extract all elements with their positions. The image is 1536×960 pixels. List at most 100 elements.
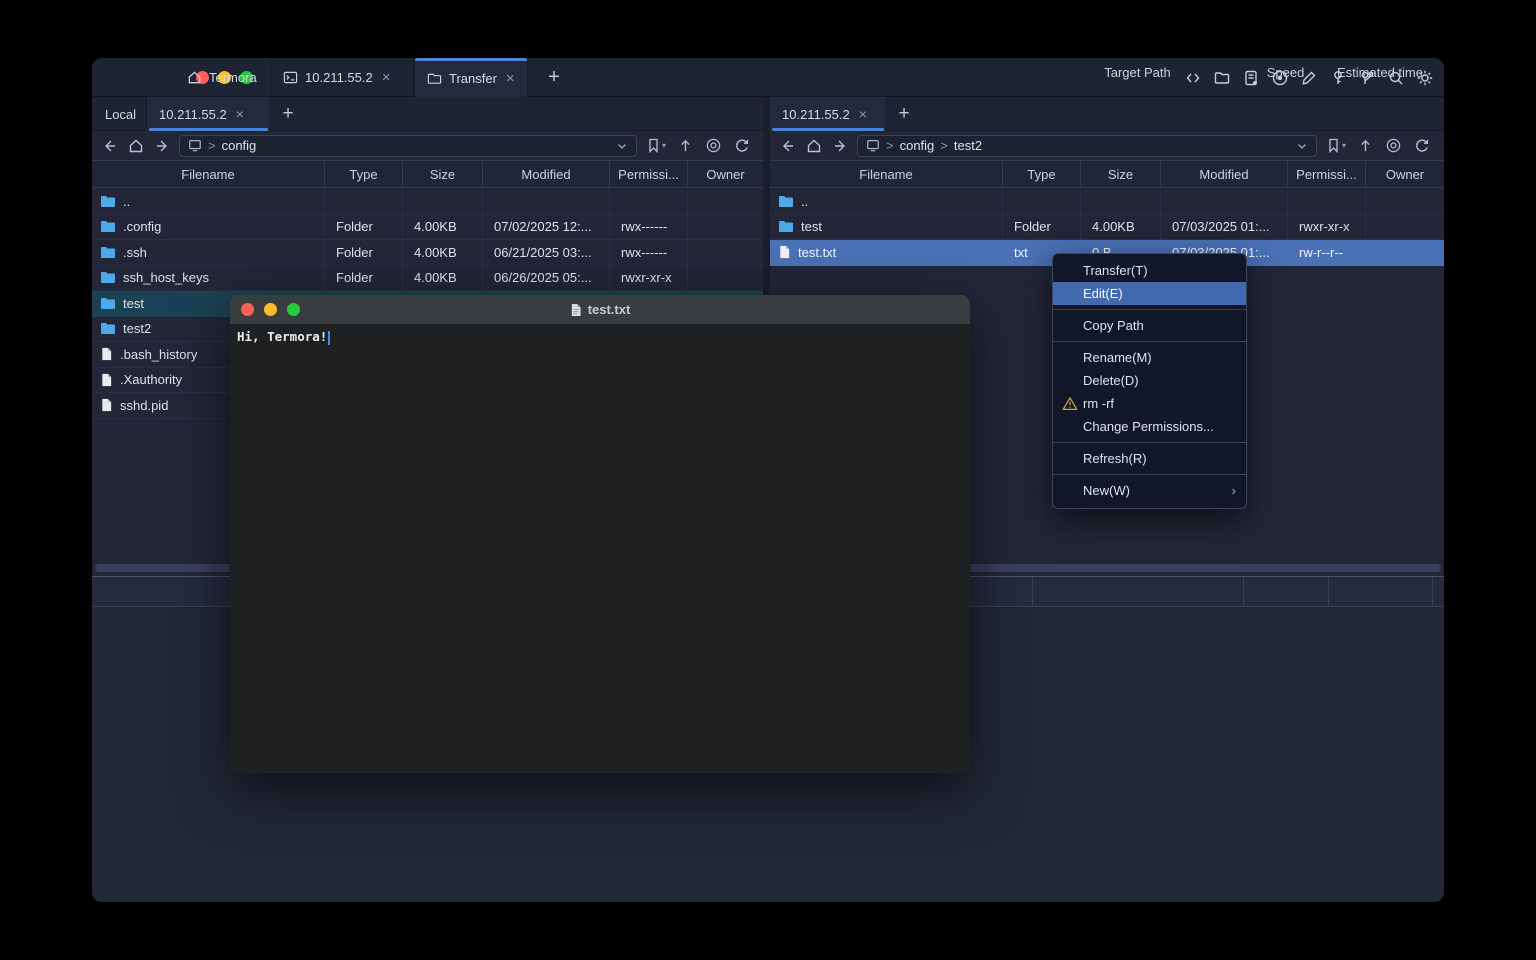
- column-header-owner[interactable]: Owner: [688, 161, 763, 187]
- editor-titlebar[interactable]: test.txt: [230, 295, 970, 324]
- menu-item-rename[interactable]: Rename(M): [1053, 346, 1246, 369]
- table-row[interactable]: ..: [770, 189, 1444, 215]
- table-row[interactable]: test Folder 4.00KB 07/03/2025 01:... rwx…: [770, 215, 1444, 241]
- warning-icon: [1062, 396, 1078, 411]
- path-separator: >: [940, 138, 948, 153]
- file-permissions: rwx------: [610, 240, 688, 265]
- tab-remote-active[interactable]: 10.211.55.2 ×: [770, 97, 887, 131]
- tab-host-terminal[interactable]: 10.211.55.2 ×: [271, 58, 414, 97]
- tab-transfer-active[interactable]: Transfer ×: [414, 58, 528, 98]
- back-icon[interactable]: [95, 134, 122, 158]
- bookmark-dropdown[interactable]: ▾: [1327, 138, 1346, 153]
- tab-remote-active[interactable]: 10.211.55.2 ×: [147, 97, 271, 131]
- tab-label: Transfer: [449, 71, 497, 86]
- column-header-permissions[interactable]: Permissi...: [610, 161, 688, 187]
- path-bar[interactable]: > config: [179, 135, 637, 157]
- column-header-size[interactable]: Size: [403, 161, 483, 187]
- close-tab-icon[interactable]: ×: [382, 69, 391, 86]
- home-icon[interactable]: [800, 134, 827, 158]
- file-modified: [483, 189, 610, 214]
- left-panel-toolbar: > config ▾: [92, 131, 763, 160]
- column-divider: [1243, 577, 1244, 607]
- chevron-down-icon[interactable]: [616, 140, 628, 152]
- table-row[interactable]: ..: [92, 189, 763, 215]
- chevron-down-icon[interactable]: [1296, 140, 1308, 152]
- file-owner: [1366, 189, 1444, 214]
- right-panel-toolbar: > config > test2 ▾: [770, 131, 1444, 160]
- right-toolbar-actions: ▾: [1327, 137, 1430, 154]
- menu-item-edit[interactable]: Edit(E): [1053, 282, 1246, 305]
- folder-icon: [100, 246, 116, 259]
- left-toolbar-actions: ▾: [647, 137, 750, 154]
- refresh-icon[interactable]: [734, 138, 750, 154]
- close-tab-icon[interactable]: ×: [859, 106, 867, 122]
- tab-label: 10.211.55.2: [782, 107, 850, 122]
- table-row[interactable]: .config Folder 4.00KB 07/02/2025 12:... …: [92, 215, 763, 241]
- close-tab-icon[interactable]: ×: [506, 70, 515, 87]
- home-icon[interactable]: [122, 134, 149, 158]
- column-header-estimated-time[interactable]: Estimated time: [1328, 58, 1432, 87]
- file-modified: 06/21/2025 03:...: [483, 240, 610, 265]
- left-panel-tabbar: Local 10.211.55.2 × +: [92, 97, 763, 131]
- forward-icon[interactable]: [149, 134, 176, 158]
- column-header-size[interactable]: Size: [1081, 161, 1161, 187]
- path-segment[interactable]: config: [900, 138, 935, 153]
- editor-window: test.txt Hi, Termora!: [230, 295, 970, 773]
- file-size: 4.00KB: [1081, 215, 1161, 240]
- upload-icon[interactable]: [678, 138, 693, 153]
- path-separator: >: [886, 138, 894, 153]
- tab-local[interactable]: Local: [95, 97, 147, 131]
- file-size: 4.00KB: [403, 240, 483, 265]
- file-permissions: [1288, 189, 1366, 214]
- menu-item-delete[interactable]: Delete(D): [1053, 369, 1246, 392]
- refresh-icon[interactable]: [1414, 138, 1430, 154]
- tab-termora[interactable]: Termora: [175, 58, 271, 97]
- menu-item-rm-rf[interactable]: rm -rf: [1053, 392, 1246, 415]
- forward-icon[interactable]: [827, 134, 854, 158]
- file-owner: [688, 189, 763, 214]
- editor-content[interactable]: Hi, Termora!: [230, 324, 970, 773]
- close-tab-icon[interactable]: ×: [236, 106, 244, 122]
- file-name: .Xauthority: [120, 372, 182, 387]
- menu-item-new[interactable]: New(W) ›: [1053, 479, 1246, 502]
- column-header-filename[interactable]: Filename: [92, 161, 325, 187]
- file-modified: 07/03/2025 01:...: [1161, 215, 1288, 240]
- menu-item-refresh[interactable]: Refresh(R): [1053, 447, 1246, 470]
- new-panel-tab-button[interactable]: +: [887, 97, 921, 131]
- column-header-speed[interactable]: Speed: [1243, 58, 1328, 87]
- column-divider: [1032, 577, 1033, 607]
- file-permissions: rw-r--r--: [1288, 240, 1366, 265]
- show-hidden-icon[interactable]: [1385, 137, 1402, 154]
- menu-item-label: rm -rf: [1083, 396, 1114, 411]
- back-icon[interactable]: [773, 134, 800, 158]
- column-header-permissions[interactable]: Permissi...: [1288, 161, 1366, 187]
- bookmark-dropdown[interactable]: ▾: [647, 138, 666, 153]
- column-header-target-path[interactable]: Target Path: [1032, 58, 1243, 87]
- home-icon: [187, 70, 202, 85]
- path-segment[interactable]: test2: [954, 138, 982, 153]
- column-header-type[interactable]: Type: [1003, 161, 1081, 187]
- new-panel-tab-button[interactable]: +: [271, 97, 305, 131]
- path-segment[interactable]: config: [222, 138, 257, 153]
- file-icon: [100, 347, 113, 361]
- column-header-type[interactable]: Type: [325, 161, 403, 187]
- upload-icon[interactable]: [1358, 138, 1373, 153]
- menu-item-change-permissions[interactable]: Change Permissions...: [1053, 415, 1246, 438]
- folder-icon: [427, 71, 442, 86]
- new-tab-button[interactable]: +: [536, 58, 572, 97]
- table-row[interactable]: .ssh Folder 4.00KB 06/21/2025 03:... rwx…: [92, 240, 763, 266]
- tab-label: 10.211.55.2: [305, 70, 373, 85]
- show-hidden-icon[interactable]: [705, 137, 722, 154]
- terminal-icon: [283, 70, 298, 85]
- menu-item-copy-path[interactable]: Copy Path: [1053, 314, 1246, 337]
- file-name: ..: [123, 194, 130, 209]
- column-header-owner[interactable]: Owner: [1366, 161, 1444, 187]
- path-separator: >: [208, 138, 216, 153]
- path-bar[interactable]: > config > test2: [857, 135, 1317, 157]
- menu-item-transfer[interactable]: Transfer(T): [1053, 259, 1246, 282]
- column-header-filename[interactable]: Filename: [770, 161, 1003, 187]
- column-header-modified[interactable]: Modified: [1161, 161, 1288, 187]
- file-name: test.txt: [798, 245, 836, 260]
- column-header-modified[interactable]: Modified: [483, 161, 610, 187]
- table-row[interactable]: ssh_host_keys Folder 4.00KB 06/26/2025 0…: [92, 266, 763, 292]
